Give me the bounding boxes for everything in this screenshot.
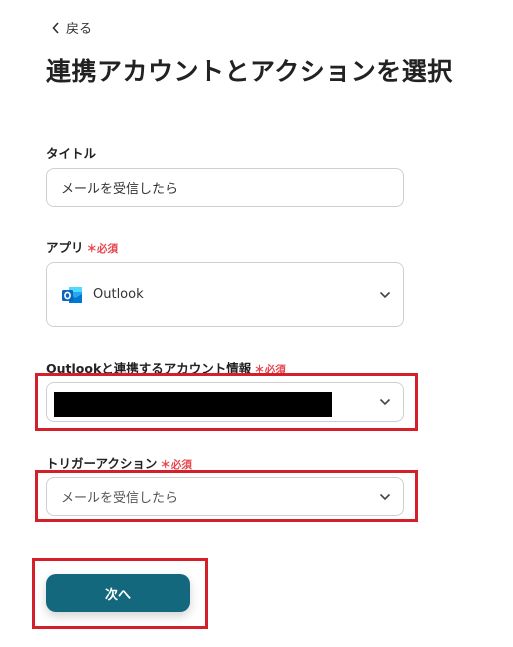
outlook-icon — [62, 286, 82, 303]
title-input[interactable] — [47, 169, 403, 206]
back-link[interactable]: 戻る — [52, 18, 92, 37]
trigger-action-select[interactable]: メールを受信したら — [46, 477, 404, 516]
next-button[interactable]: 次へ — [46, 574, 190, 612]
selected-trigger-action: メールを受信したら — [61, 491, 179, 506]
account-label-text: Outlookと連携するアカウント情報 — [46, 361, 252, 376]
account-select[interactable] — [46, 382, 404, 422]
title-label-text: タイトル — [46, 146, 97, 161]
required-badge: ＊必須 — [160, 459, 192, 471]
required-badge: ＊必須 — [254, 364, 286, 376]
back-label: 戻る — [66, 22, 93, 37]
redacted-account-value — [54, 392, 332, 417]
app-label-text: アプリ — [46, 240, 84, 255]
required-badge: ＊必須 — [86, 243, 119, 255]
chevron-down-icon — [379, 493, 391, 500]
selected-app-name: Outlook — [93, 287, 144, 302]
app-select[interactable]: Outlook — [46, 262, 404, 327]
trigger-label-text: トリガーアクション — [46, 456, 158, 471]
title-field-label: タイトル — [46, 143, 96, 162]
chevron-down-icon — [379, 291, 391, 298]
app-field-label: アプリ ＊必須 — [46, 237, 118, 256]
page-title: 連携アカウントとアクションを選択 — [46, 57, 453, 86]
chevron-down-icon — [379, 398, 391, 406]
title-field[interactable] — [46, 168, 404, 207]
trigger-field-label: トリガーアクション ＊必須 — [46, 453, 192, 472]
account-field-label: Outlookと連携するアカウント情報 ＊必須 — [46, 358, 286, 377]
chevron-left-icon — [52, 21, 59, 34]
